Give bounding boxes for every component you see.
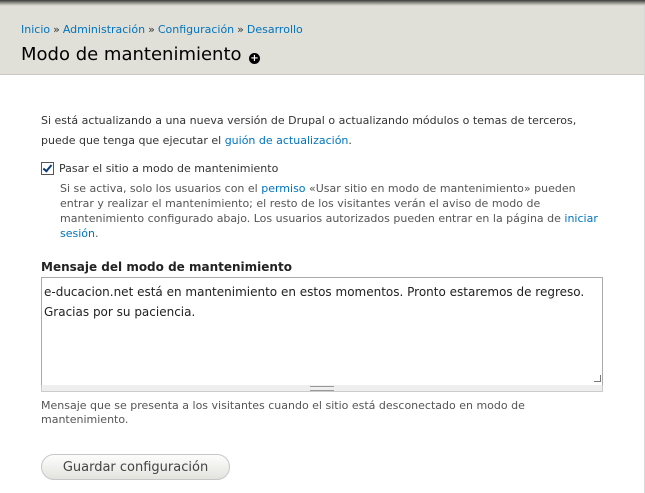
page: Inicio» Administración» Configuración» Desa… bbox=[0, 0, 645, 493]
add-shortcut-icon[interactable]: + bbox=[249, 53, 260, 64]
maintenance-message-description: Mensaje que se presenta a los visitantes… bbox=[41, 399, 525, 426]
maintenance-mode-description: Si se activa, solo los usuarios con el p… bbox=[60, 181, 605, 241]
page-title: Modo de mantenimiento bbox=[21, 44, 242, 65]
breadcrumb-separator: » bbox=[237, 23, 244, 36]
breadcrumb-link-configuracion[interactable]: Configuración bbox=[158, 23, 234, 36]
intro-text-after: . bbox=[348, 134, 352, 147]
save-configuration-button[interactable]: Guardar configuración bbox=[41, 454, 230, 480]
maintenance-message-label: Mensaje del modo de mantenimiento bbox=[41, 260, 292, 274]
page-header: Inicio» Administración» Configuración» Desa… bbox=[0, 6, 645, 75]
update-script-link[interactable]: guión de actualización bbox=[225, 134, 349, 147]
maintenance-mode-checkbox[interactable] bbox=[41, 161, 54, 175]
breadcrumb: Inicio» Administración» Configuración» Desa… bbox=[21, 23, 303, 36]
resize-corner-icon[interactable] bbox=[594, 375, 601, 382]
breadcrumb-link-administracion[interactable]: Administración bbox=[63, 23, 145, 36]
intro-text: Si está actualizando a una nueva versión… bbox=[41, 111, 611, 151]
permission-link[interactable]: permiso bbox=[261, 182, 305, 195]
maintenance-mode-option[interactable]: Pasar el sitio a modo de mantenimiento bbox=[41, 161, 278, 175]
breadcrumb-separator: » bbox=[148, 23, 155, 36]
desc-text-after: . bbox=[95, 227, 99, 240]
textarea-resize-handle[interactable] bbox=[41, 385, 603, 392]
maintenance-mode-label[interactable]: Pasar el sitio a modo de mantenimiento bbox=[59, 162, 278, 175]
breadcrumb-link-inicio[interactable]: Inicio bbox=[21, 23, 50, 36]
maintenance-message-wrapper: e-ducacion.net está en mantenimiento en … bbox=[41, 277, 603, 392]
desc-text-before: Si se activa, solo los usuarios con el bbox=[60, 182, 262, 195]
maintenance-message-textarea[interactable]: e-ducacion.net está en mantenimiento en … bbox=[41, 277, 603, 387]
breadcrumb-link-desarrollo[interactable]: Desarrollo bbox=[247, 23, 303, 36]
breadcrumb-separator: » bbox=[53, 23, 60, 36]
